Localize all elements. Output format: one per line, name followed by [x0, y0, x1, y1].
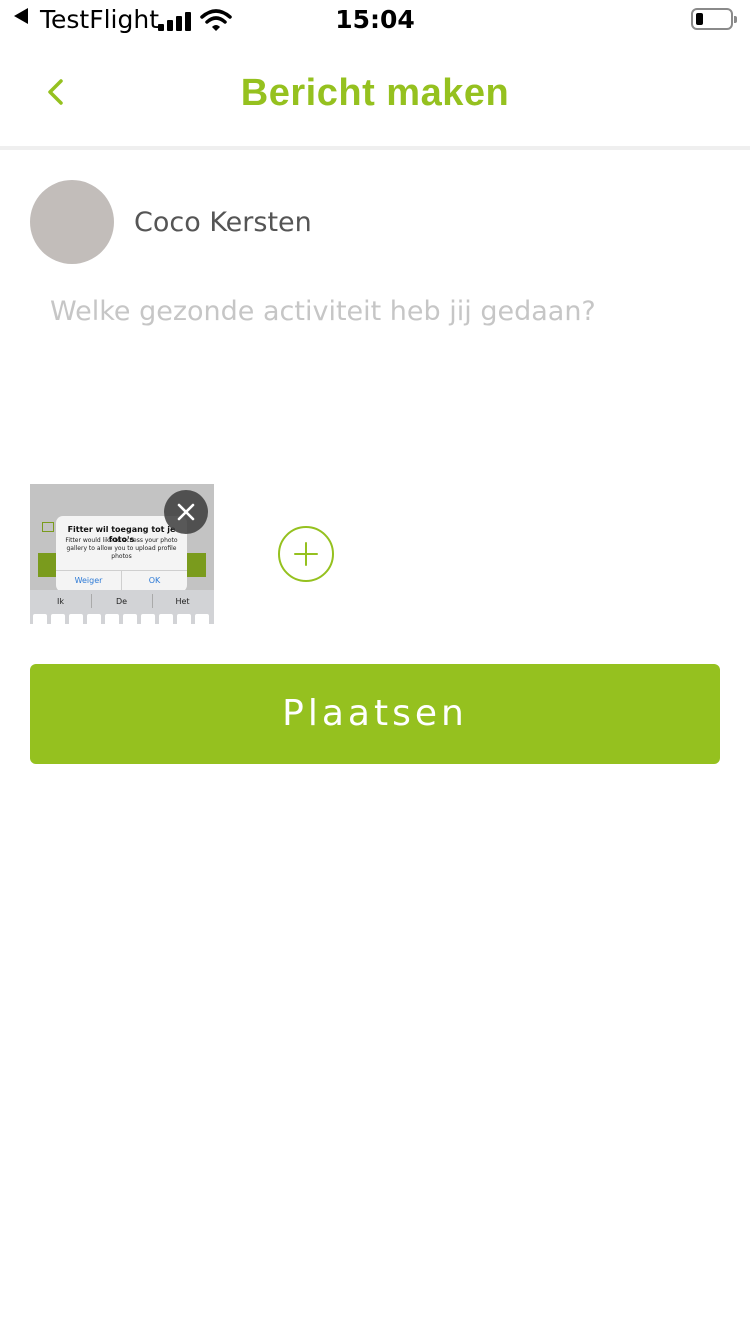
- page-title: Bericht maken: [240, 72, 510, 114]
- clock: 15:04: [335, 5, 415, 34]
- thumbnail-dialog-body: Fitter would like to access your photo g…: [65, 537, 178, 560]
- avatar: [30, 180, 114, 264]
- add-photo-button[interactable]: [278, 526, 334, 582]
- nav-header: Bericht maken: [0, 40, 750, 148]
- remove-photo-button[interactable]: [164, 490, 208, 534]
- close-icon: [177, 503, 195, 521]
- thumbnail-ok-label: OK: [148, 576, 161, 585]
- thumbnail-suggestion: Ik: [57, 597, 64, 606]
- thumbnail-suggestion: Het: [175, 597, 190, 606]
- header-divider: [0, 146, 750, 150]
- submit-post-button[interactable]: Plaatsen: [30, 664, 720, 764]
- post-text-input[interactable]: [36, 286, 716, 446]
- submit-post-label: Plaatsen: [282, 693, 468, 734]
- thumbnail-suggestion: De: [115, 597, 128, 606]
- thumbnail-permission-dialog: Fitter wil toegang tot je foto's Fitter …: [56, 516, 187, 592]
- thumbnail-deny-label: Weiger: [74, 576, 103, 585]
- image-icon: [42, 522, 54, 532]
- plus-icon: [294, 542, 318, 566]
- user-name: Coco Kersten: [134, 207, 312, 238]
- status-bar: TestFlight 15:04: [0, 0, 750, 40]
- battery-icon: [691, 8, 737, 30]
